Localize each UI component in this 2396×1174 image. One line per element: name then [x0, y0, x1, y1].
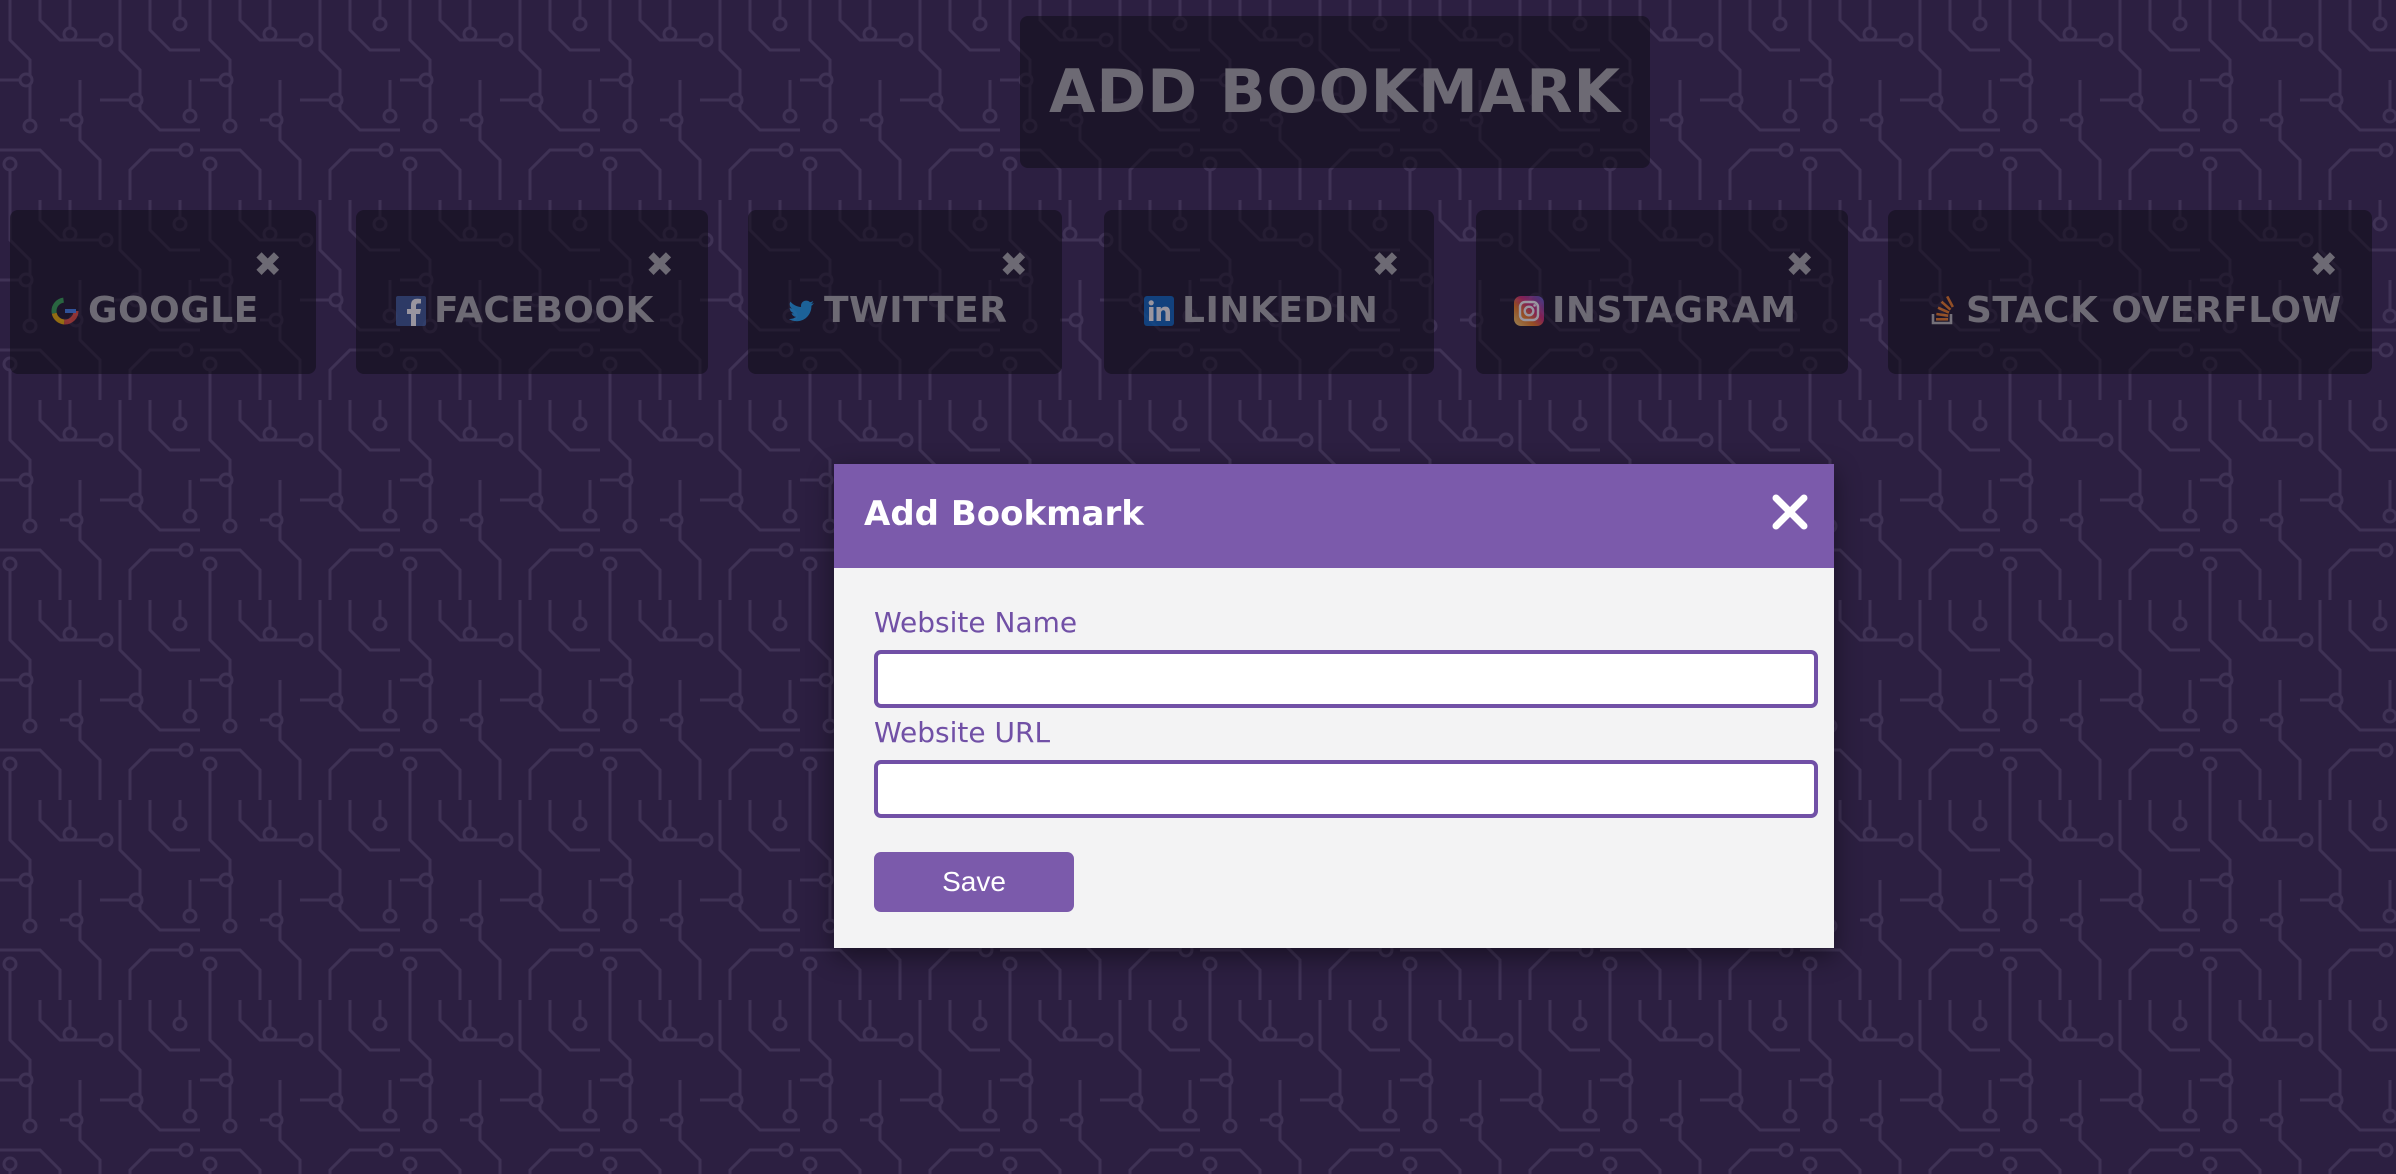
bookmark-name: INSTAGRAM: [1552, 290, 1797, 331]
delete-bookmark-icon[interactable]: ✖: [254, 248, 283, 282]
bookmark-instagram[interactable]: ✖ INSTAGRAM: [1476, 210, 1848, 374]
bookmark-link[interactable]: FACEBOOK: [396, 290, 654, 331]
bookmark-google[interactable]: ✖ GOOGLE: [10, 210, 316, 374]
add-bookmark-modal: Add Bookmark Website Name Website URL Sa…: [834, 464, 1834, 948]
facebook-icon: [396, 295, 426, 326]
website-name-input[interactable]: [874, 650, 1818, 708]
linkedin-icon: [1144, 295, 1174, 326]
bookmark-link[interactable]: STACK OVERFLOW: [1928, 290, 2342, 331]
bookmark-link[interactable]: INSTAGRAM: [1514, 290, 1797, 331]
bookmark-link[interactable]: LINKEDIN: [1144, 290, 1378, 331]
stack-overflow-icon: [1931, 295, 1954, 324]
bookmark-name: LINKEDIN: [1182, 290, 1379, 331]
delete-bookmark-icon[interactable]: ✖: [1786, 248, 1815, 282]
add-bookmark-label: ADD BOOKMARK: [1048, 57, 1621, 127]
bookmark-linkedin[interactable]: ✖ LINKEDIN: [1104, 210, 1434, 374]
save-button[interactable]: Save: [874, 852, 1074, 912]
bookmark-name: GOOGLE: [88, 290, 259, 331]
delete-bookmark-icon[interactable]: ✖: [1372, 248, 1401, 282]
add-bookmark-button[interactable]: ADD BOOKMARK: [1020, 16, 1650, 168]
bookmark-name: TWITTER: [824, 290, 1008, 331]
close-icon[interactable]: [1768, 490, 1812, 534]
bookmark-stack-overflow[interactable]: ✖ STACK OVERFLOW: [1888, 210, 2372, 374]
website-url-label: Website URL: [874, 716, 1051, 749]
bookmark-facebook[interactable]: ✖ FACEBOOK: [356, 210, 708, 374]
bookmark-name: FACEBOOK: [434, 290, 654, 331]
bookmark-twitter[interactable]: ✖ TWITTER: [748, 210, 1062, 374]
bookmark-link[interactable]: TWITTER: [786, 290, 1007, 331]
website-name-label: Website Name: [874, 606, 1078, 639]
delete-bookmark-icon[interactable]: ✖: [1000, 248, 1029, 282]
google-icon: [51, 297, 79, 324]
instagram-icon: [1514, 295, 1544, 326]
bookmark-name: STACK OVERFLOW: [1966, 290, 2342, 331]
website-url-input[interactable]: [874, 760, 1818, 818]
delete-bookmark-icon[interactable]: ✖: [646, 248, 675, 282]
twitter-icon: [788, 300, 814, 321]
modal-title: Add Bookmark: [864, 494, 1144, 534]
modal-header: Add Bookmark: [834, 464, 1834, 568]
delete-bookmark-icon[interactable]: ✖: [2310, 248, 2339, 282]
bookmark-link[interactable]: GOOGLE: [50, 290, 259, 331]
